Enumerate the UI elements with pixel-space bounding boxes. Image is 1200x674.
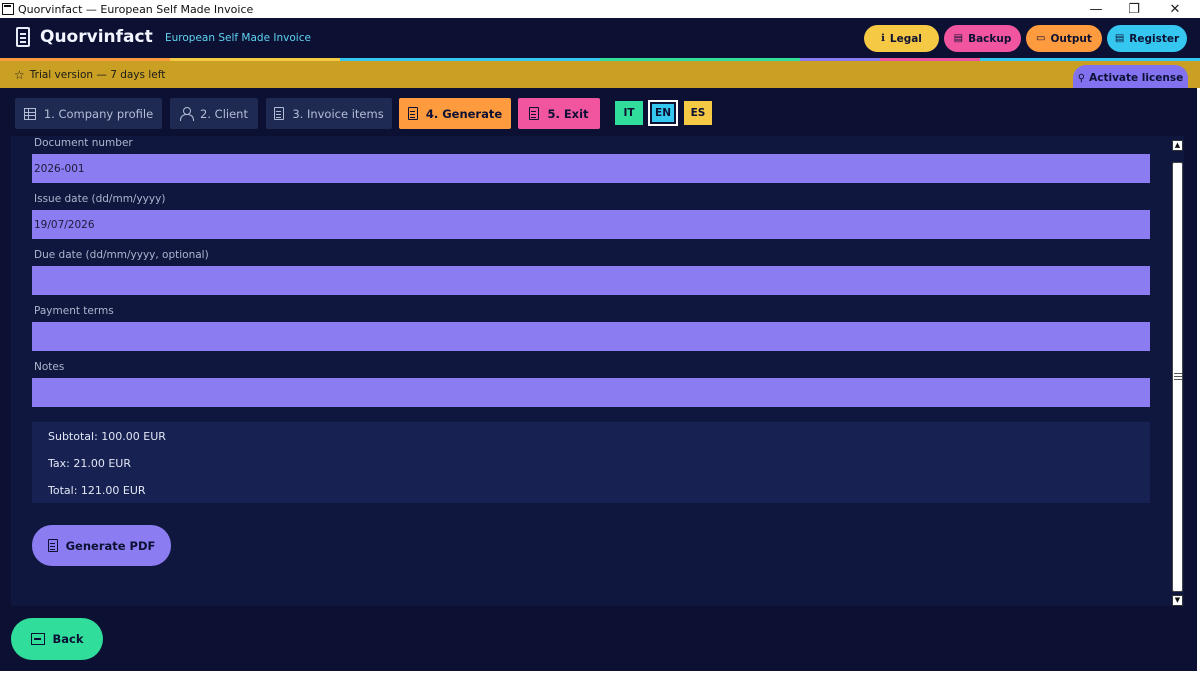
tab-exit[interactable]: 5. Exit [518,98,600,129]
tab-generate-label: 4. Generate [425,106,503,121]
activate-license-label: Activate license [1089,72,1184,84]
back-label: Back [52,632,84,646]
tab-client[interactable]: 2. Client [170,98,258,129]
scroll-down-button[interactable]: ▼ [1172,595,1183,606]
save-icon: ▤ [953,33,964,44]
notes-label: Notes [34,361,65,373]
scroll-grip-icon [1174,373,1182,380]
document-number-label: Document number [34,137,133,149]
main-area: 1. Company profile 2. Client 3. Invoice … [0,88,1197,671]
list-icon [274,107,285,120]
tab-exit-label: 5. Exit [547,106,589,121]
key-icon: ⚲ [1077,72,1086,84]
payment-terms-label: Payment terms [34,305,114,317]
app-logo: Quorvinfact [16,27,153,47]
tab-invoice-items-label: 3. Invoice items [292,106,384,121]
backup-button[interactable]: ▤ Backup [944,25,1021,52]
back-button[interactable]: Back [11,618,103,660]
exit-icon [529,107,540,120]
app-header: Quorvinfact European Self Made Invoice ℹ… [0,18,1200,58]
total-text: Total: 121.00 EUR [48,484,146,497]
building-icon [23,107,36,120]
app-subtitle: European Self Made Invoice [165,32,311,44]
star-icon: ☆ [14,68,25,82]
register-icon: ▤ [1114,33,1125,44]
folder-icon: ▭ [1036,33,1046,44]
output-label: Output [1050,32,1092,45]
scroll-thumb[interactable] [1172,162,1183,592]
form-scrollbar[interactable]: ▲ ▼ [1170,136,1184,606]
language-en-button[interactable]: EN [648,100,678,126]
totals-box: Subtotal: 100.00 EUR Tax: 21.00 EUR Tota… [32,422,1150,503]
subtotal-text: Subtotal: 100.00 EUR [48,430,166,443]
app-name: Quorvinfact [40,27,153,47]
due-date-input[interactable] [32,266,1150,295]
generate-form-panel: Document number 2026-001 Issue date (dd/… [11,136,1170,606]
trial-banner: ☆ Trial version — 7 days left ⚲ Activate… [0,61,1200,91]
due-date-label: Due date (dd/mm/yyyy, optional) [34,249,209,261]
tab-company-profile-label: 1. Company profile [43,106,154,121]
document-icon [407,107,418,120]
output-button[interactable]: ▭ Output [1026,25,1102,52]
register-button[interactable]: ▤ Register [1107,25,1187,52]
restore-button[interactable]: ❐ [1114,0,1154,18]
payment-terms-input[interactable] [32,322,1150,351]
generate-pdf-label: Generate PDF [65,538,156,553]
issue-date-label: Issue date (dd/mm/yyyy) [34,193,166,205]
document-icon [16,27,30,47]
generate-pdf-button[interactable]: Generate PDF [32,525,171,566]
scroll-up-button[interactable]: ▲ [1172,140,1183,151]
window-titlebar: Quorvinfact — European Self Made Invoice [0,0,1200,18]
trial-text: Trial version — 7 days left [29,69,166,81]
issue-date-input[interactable]: 19/07/2026 [32,210,1150,239]
window-title: Quorvinfact — European Self Made Invoice [18,2,254,16]
person-icon [180,107,195,121]
app-window-icon [2,3,14,15]
minimize-button[interactable]: — [1076,0,1116,18]
legal-button[interactable]: ℹ Legal [864,25,939,52]
tab-generate[interactable]: 4. Generate [399,98,511,129]
tax-text: Tax: 21.00 EUR [48,457,131,470]
tab-invoice-items[interactable]: 3. Invoice items [266,98,392,129]
register-label: Register [1129,32,1180,45]
language-it-button[interactable]: IT [615,101,643,125]
info-icon: ℹ [881,33,885,44]
close-button[interactable]: ✕ [1155,0,1195,18]
language-es-button[interactable]: ES [684,101,712,125]
notes-input[interactable] [32,378,1150,407]
document-number-input[interactable]: 2026-001 [32,154,1150,183]
backup-label: Backup [968,32,1012,45]
tab-client-label: 2. Client [200,106,248,121]
legal-label: Legal [889,32,922,45]
back-icon [30,633,45,645]
document-icon [47,539,58,552]
tab-company-profile[interactable]: 1. Company profile [15,98,162,129]
